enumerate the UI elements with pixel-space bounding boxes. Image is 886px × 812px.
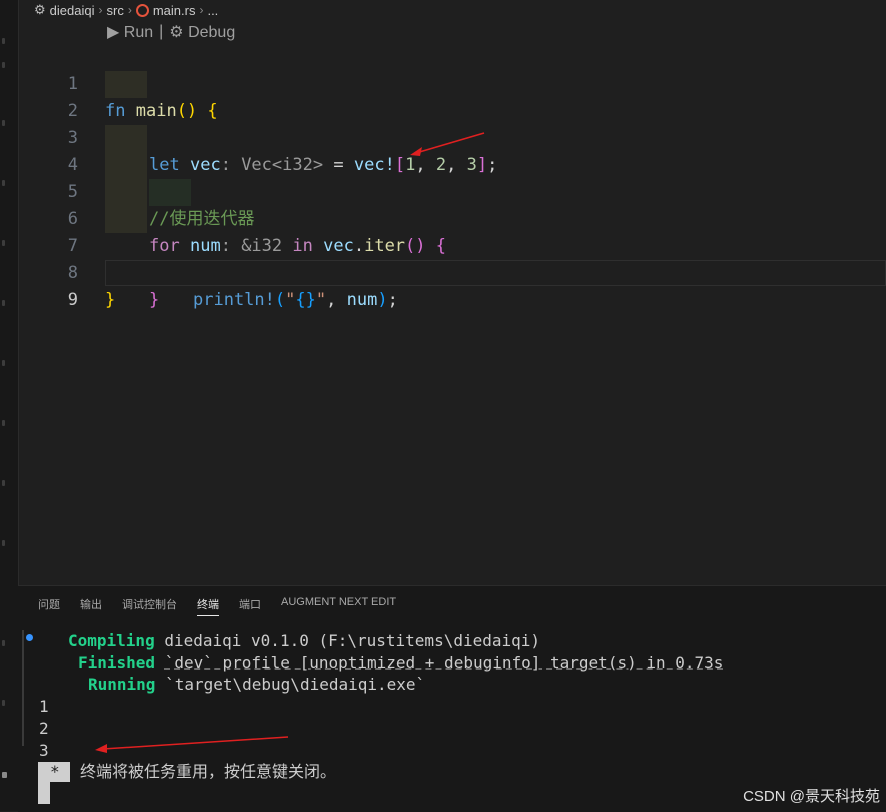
csdn-watermark: CSDN @景天科技苑 <box>743 788 880 805</box>
annotation-arrow-line <box>415 132 485 154</box>
annotation-arrowhead <box>95 744 107 753</box>
annotation-arrow-line <box>102 736 289 750</box>
annotation-arrowhead <box>410 147 422 156</box>
annotation-arrows <box>95 132 485 753</box>
